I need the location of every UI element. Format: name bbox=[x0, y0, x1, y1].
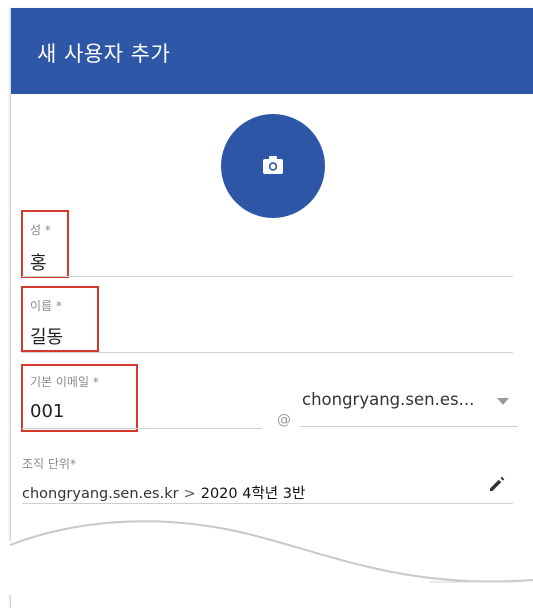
chevron-down-icon[interactable] bbox=[497, 398, 509, 405]
last-name-underline bbox=[22, 276, 513, 277]
first-name-label: 이름 * bbox=[30, 299, 62, 313]
photo-upload-button[interactable] bbox=[221, 114, 325, 218]
first-name-field[interactable]: 길동 bbox=[30, 323, 63, 349]
last-name-label: 성 * bbox=[30, 223, 51, 237]
camera-icon bbox=[263, 156, 283, 174]
dialog-header: 새 사용자 추가 bbox=[11, 8, 533, 94]
email-label: 기본 이메일 * bbox=[30, 375, 99, 389]
last-name-field[interactable]: 홍 bbox=[30, 249, 47, 275]
first-name-underline bbox=[22, 352, 513, 353]
org-unit-label: 조직 단위* bbox=[22, 457, 76, 471]
at-sign: @ bbox=[277, 412, 291, 428]
torn-edge bbox=[0, 519, 533, 595]
email-domain-select[interactable]: chongryang.sen.es... bbox=[302, 390, 474, 409]
email-username-field[interactable]: 001 bbox=[30, 401, 64, 422]
pencil-icon[interactable] bbox=[487, 474, 507, 494]
email-underline bbox=[22, 428, 262, 429]
dialog-title: 새 사용자 추가 bbox=[37, 42, 171, 66]
domain-underline bbox=[300, 426, 518, 427]
